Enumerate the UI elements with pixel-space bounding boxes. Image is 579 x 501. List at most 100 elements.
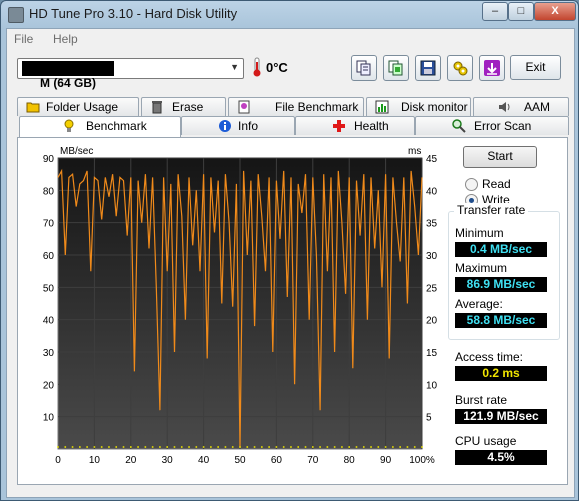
folder-icon bbox=[26, 102, 40, 113]
y-tick-label: 90 bbox=[43, 154, 55, 165]
save-button[interactable] bbox=[415, 55, 441, 81]
copy-info-button[interactable] bbox=[351, 55, 377, 81]
access-time-point bbox=[231, 446, 234, 448]
tab-benchmark[interactable]: Benchmark bbox=[19, 116, 181, 137]
access-time-point bbox=[130, 446, 132, 448]
x-tick-label: 100% bbox=[409, 455, 435, 466]
access-time-label: Access time: bbox=[455, 350, 524, 364]
access-time-point bbox=[333, 446, 336, 448]
access-time-point bbox=[341, 446, 343, 448]
access-time-point bbox=[304, 446, 307, 448]
speaker-icon bbox=[499, 102, 510, 112]
download-button[interactable] bbox=[479, 55, 505, 81]
x-tick-label: 80 bbox=[344, 455, 356, 466]
access-time-point bbox=[137, 446, 139, 448]
tab-row-top: Folder Usage Erase File Benchmark Disk m… bbox=[17, 97, 569, 116]
cpu-usage-value: 4.5% bbox=[455, 450, 547, 465]
minimize-button[interactable]: – bbox=[482, 2, 508, 21]
access-time-point bbox=[253, 446, 256, 448]
menu-file[interactable]: File bbox=[14, 32, 33, 46]
y2-tick-label: 35 bbox=[426, 219, 438, 230]
access-time-point bbox=[144, 446, 147, 448]
temperature-readout: 0°C bbox=[266, 60, 288, 75]
y-tick-label: 10 bbox=[43, 413, 55, 424]
x-tick-label: 70 bbox=[307, 455, 319, 466]
access-time-point bbox=[268, 446, 270, 448]
access-time-point bbox=[370, 446, 372, 448]
y2-tick-label: 10 bbox=[426, 380, 438, 391]
y-tick-label: 30 bbox=[43, 348, 55, 359]
x-tick-label: 90 bbox=[380, 455, 392, 466]
access-time-value: 0.2 ms bbox=[455, 366, 547, 381]
bulb-icon bbox=[64, 119, 74, 132]
x-tick-label: 60 bbox=[271, 455, 283, 466]
access-time-point bbox=[115, 446, 118, 448]
tab-row-bottom: Benchmark Info Health Error Scan bbox=[17, 116, 569, 137]
minimum-label: Minimum bbox=[455, 226, 504, 240]
access-time-point bbox=[355, 446, 358, 448]
magnifier-icon bbox=[452, 119, 466, 133]
tab-erase[interactable]: Erase bbox=[141, 97, 226, 116]
menu-help[interactable]: Help bbox=[53, 32, 78, 46]
access-time-point bbox=[202, 446, 205, 448]
info-icon bbox=[219, 120, 231, 132]
tab-folder-usage[interactable]: Folder Usage bbox=[17, 97, 139, 116]
tab-error-scan[interactable]: Error Scan bbox=[415, 116, 569, 135]
x-tick-label: 20 bbox=[125, 455, 137, 466]
save-icon bbox=[420, 60, 436, 76]
trash-icon bbox=[152, 101, 162, 114]
benchmark-panel: MB/sec ms 10 20 30 40 50 60 70 80 90 5 10 15 20 25 30 35 4… bbox=[17, 137, 568, 485]
copy-screenshot-icon bbox=[388, 60, 403, 76]
title-bar[interactable]: HD Tune Pro 3.10 - Hard Disk Utility – □… bbox=[1, 1, 578, 27]
access-time-point bbox=[173, 446, 176, 448]
y-tick-label: 70 bbox=[43, 219, 55, 230]
start-button[interactable]: Start bbox=[463, 146, 537, 168]
client-area: File Help TS64GSSD25S-M (64 GB) ▼ 0°C Ex… bbox=[6, 28, 575, 498]
tab-label: Disk monitor bbox=[401, 100, 468, 114]
maximize-button[interactable]: □ bbox=[508, 2, 534, 21]
exit-button[interactable]: Exit bbox=[510, 55, 561, 80]
access-time-point bbox=[384, 446, 387, 448]
tab-info[interactable]: Info bbox=[181, 116, 295, 135]
tab-label: File Benchmark bbox=[275, 100, 359, 114]
access-time-point bbox=[188, 446, 190, 448]
cpu-usage-label: CPU usage bbox=[455, 434, 517, 448]
tab-label: Erase bbox=[172, 100, 204, 114]
options-button[interactable] bbox=[447, 55, 473, 81]
tab-label: Benchmark bbox=[86, 119, 147, 133]
average-label: Average: bbox=[455, 297, 503, 311]
burst-rate-value: 121.9 MB/sec bbox=[455, 409, 547, 424]
x-tick-label: 30 bbox=[162, 455, 174, 466]
monitor-icon bbox=[375, 100, 389, 114]
benchmark-chart: MB/sec ms 10 20 30 40 50 60 70 80 90 5 10 15 20 25 30 35 4… bbox=[43, 146, 438, 466]
tab-label: Error Scan bbox=[474, 119, 532, 133]
y2-tick-label: 5 bbox=[426, 413, 432, 424]
drive-select[interactable]: TS64GSSD25S-M (64 GB) ▼ bbox=[17, 58, 244, 90]
tab-file-benchmark[interactable]: File Benchmark bbox=[228, 97, 364, 116]
app-window: HD Tune Pro 3.10 - Hard Disk Utility – □… bbox=[0, 0, 579, 501]
access-time-point bbox=[246, 446, 249, 448]
access-time-point bbox=[100, 446, 103, 448]
read-radio[interactable]: Read bbox=[465, 177, 565, 193]
tab-disk-monitor[interactable]: Disk monitor bbox=[366, 97, 471, 116]
access-time-point bbox=[290, 446, 292, 448]
copy-screenshot-button[interactable] bbox=[383, 55, 409, 81]
drive-select-value: TS64GSSD25S-M (64 GB) bbox=[22, 61, 114, 90]
close-button[interactable]: X bbox=[534, 2, 576, 21]
access-time-point bbox=[319, 446, 321, 448]
access-time-point bbox=[122, 446, 125, 448]
minimum-value: 0.4 MB/sec bbox=[455, 242, 547, 257]
x-tick-label: 50 bbox=[234, 455, 246, 466]
access-time-point bbox=[224, 446, 227, 448]
tab-label: Info bbox=[238, 119, 259, 133]
access-time-point bbox=[392, 446, 394, 448]
y2-tick-label: 40 bbox=[426, 186, 438, 197]
dropdown-arrow-icon: ▼ bbox=[230, 62, 239, 72]
y-tick-label: 50 bbox=[43, 283, 55, 294]
y2-axis-label: ms bbox=[408, 146, 421, 157]
tab-health[interactable]: Health bbox=[295, 116, 415, 135]
y2-tick-label: 45 bbox=[426, 154, 438, 165]
maximum-label: Maximum bbox=[455, 261, 508, 275]
access-time-point bbox=[64, 446, 67, 448]
tab-aam[interactable]: AAM bbox=[473, 97, 569, 116]
